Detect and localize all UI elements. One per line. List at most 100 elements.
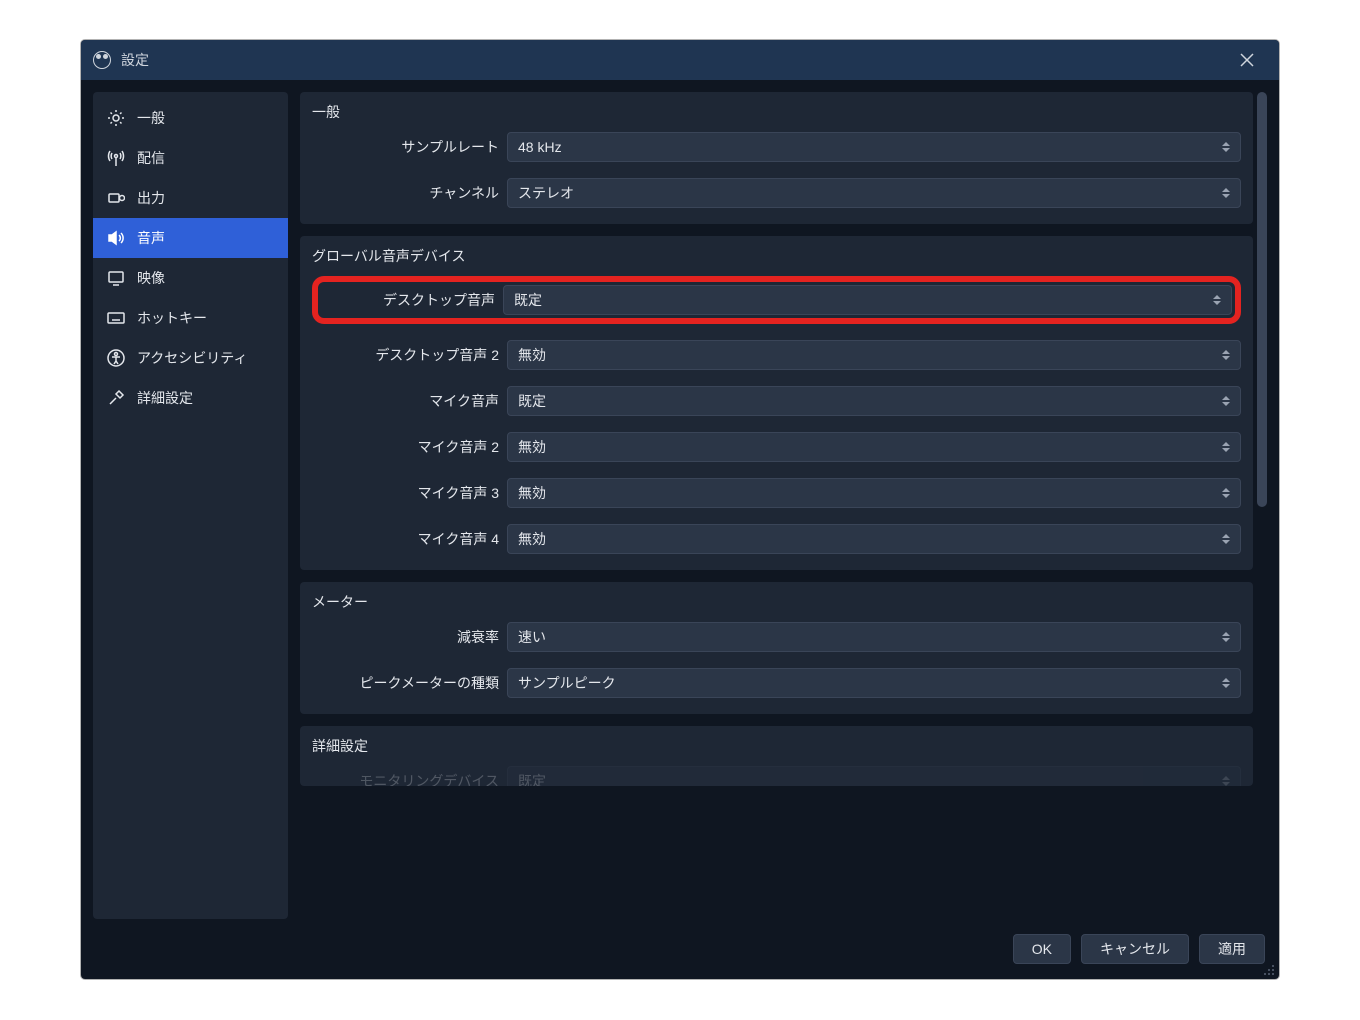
select-channels[interactable]: ステレオ [507,178,1241,208]
sidebar-item-audio[interactable]: 音声 [93,218,288,258]
window-title: 設定 [121,50,1227,70]
field-monitoring-device: モニタリングデバイス 既定 [312,766,1241,786]
cancel-button[interactable]: キャンセル [1081,934,1189,964]
sidebar-item-label: 配信 [137,148,165,168]
chevron-updown-icon [1218,137,1234,157]
sidebar-item-label: 一般 [137,108,165,128]
highlight-annotation: デスクトップ音声 既定 [312,276,1241,324]
speaker-icon [107,229,125,247]
select-mic-audio-2[interactable]: 無効 [507,432,1241,462]
sidebar-item-label: 音声 [137,228,165,248]
select-value: 既定 [518,771,546,786]
sidebar-item-label: ホットキー [137,308,207,328]
sidebar-item-label: 映像 [137,268,165,288]
field-decay-rate: 減衰率 速い [312,622,1241,652]
field-mic-audio-3: マイク音声 3 無効 [312,478,1241,508]
field-peak-meter-type: ピークメーターの種類 サンプルピーク [312,668,1241,698]
field-label: チャンネル [312,183,507,203]
antenna-icon [107,149,125,167]
titlebar: 設定 [81,40,1279,80]
select-value: 無効 [518,529,546,549]
apply-button[interactable]: 適用 [1199,934,1265,964]
field-label: マイク音声 4 [312,529,507,549]
sidebar-item-accessibility[interactable]: アクセシビリティ [93,338,288,378]
select-monitoring-device[interactable]: 既定 [507,766,1241,786]
section-advanced: 詳細設定 モニタリングデバイス 既定 [300,726,1253,786]
sidebar-item-output[interactable]: 出力 [93,178,288,218]
chevron-updown-icon [1209,290,1225,310]
sidebar-item-general[interactable]: 一般 [93,98,288,138]
vertical-scrollbar[interactable] [1257,92,1267,507]
gear-icon [107,109,125,127]
chevron-updown-icon [1218,483,1234,503]
select-value: 48 kHz [518,139,562,155]
section-title: メーター [312,592,1241,612]
select-peak-meter-type[interactable]: サンプルピーク [507,668,1241,698]
select-desktop-audio-2[interactable]: 無効 [507,340,1241,370]
select-value: 無効 [518,483,546,503]
sidebar-item-hotkeys[interactable]: ホットキー [93,298,288,338]
section-general: 一般 サンプルレート 48 kHz チャンネル ステレオ [300,92,1253,224]
settings-footer: OK キャンセル 適用 [81,919,1279,979]
section-title: 詳細設定 [312,736,1241,756]
sidebar-item-label: 詳細設定 [137,388,193,408]
field-label: 減衰率 [312,627,507,647]
section-title: グローバル音声デバイス [312,246,1241,266]
select-mic-audio[interactable]: 既定 [507,386,1241,416]
chevron-updown-icon [1218,391,1234,411]
chevron-updown-icon [1218,529,1234,549]
tools-icon [107,389,125,407]
field-label: デスクトップ音声 2 [312,345,507,365]
select-value: サンプルピーク [518,673,616,693]
chevron-updown-icon [1218,345,1234,365]
chevron-updown-icon [1218,771,1234,786]
settings-window: 設定 一般 配信 出力 音声 映像 [81,40,1279,979]
resize-grip-icon [1263,964,1275,976]
field-sample-rate: サンプルレート 48 kHz [312,132,1241,162]
chevron-updown-icon [1218,627,1234,647]
select-sample-rate[interactable]: 48 kHz [507,132,1241,162]
settings-body: 一般 配信 出力 音声 映像 ホットキー [81,80,1279,919]
select-value: 無効 [518,437,546,457]
chevron-updown-icon [1218,673,1234,693]
close-button[interactable] [1227,40,1267,80]
section-title: 一般 [312,102,1241,122]
field-desktop-audio-2: デスクトップ音声 2 無効 [312,340,1241,370]
select-desktop-audio[interactable]: 既定 [503,285,1232,315]
chevron-updown-icon [1218,437,1234,457]
resize-grip[interactable] [1263,963,1275,975]
select-value: ステレオ [518,183,574,203]
close-icon [1240,53,1254,67]
select-mic-audio-4[interactable]: 無効 [507,524,1241,554]
field-label: サンプルレート [312,137,507,157]
output-icon [107,189,125,207]
sidebar-item-video[interactable]: 映像 [93,258,288,298]
select-value: 無効 [518,345,546,365]
field-label: マイク音声 2 [312,437,507,457]
select-decay-rate[interactable]: 速い [507,622,1241,652]
chevron-updown-icon [1218,183,1234,203]
obs-icon [93,51,111,69]
field-mic-audio: マイク音声 既定 [312,386,1241,416]
field-label: ピークメーターの種類 [312,673,507,693]
field-label: デスクトップ音声 [321,290,503,310]
settings-main: 一般 サンプルレート 48 kHz チャンネル ステレオ [300,92,1267,919]
select-value: 既定 [518,391,546,411]
keyboard-icon [107,309,125,327]
section-meter: メーター 減衰率 速い ピークメーターの種類 サンプルピーク [300,582,1253,714]
accessibility-icon [107,349,125,367]
select-value: 既定 [514,290,542,310]
sidebar-item-stream[interactable]: 配信 [93,138,288,178]
sidebar-item-advanced[interactable]: 詳細設定 [93,378,288,418]
field-mic-audio-4: マイク音声 4 無効 [312,524,1241,554]
select-value: 速い [518,627,546,647]
field-label: マイク音声 3 [312,483,507,503]
field-label: マイク音声 [312,391,507,411]
field-mic-audio-2: マイク音声 2 無効 [312,432,1241,462]
sidebar-item-label: アクセシビリティ [137,348,247,368]
select-mic-audio-3[interactable]: 無効 [507,478,1241,508]
section-global-audio-devices: グローバル音声デバイス デスクトップ音声 既定 デスクトップ音声 2 無効 [300,236,1253,570]
field-label: モニタリングデバイス [312,771,507,786]
ok-button[interactable]: OK [1013,934,1071,964]
monitor-icon [107,269,125,287]
